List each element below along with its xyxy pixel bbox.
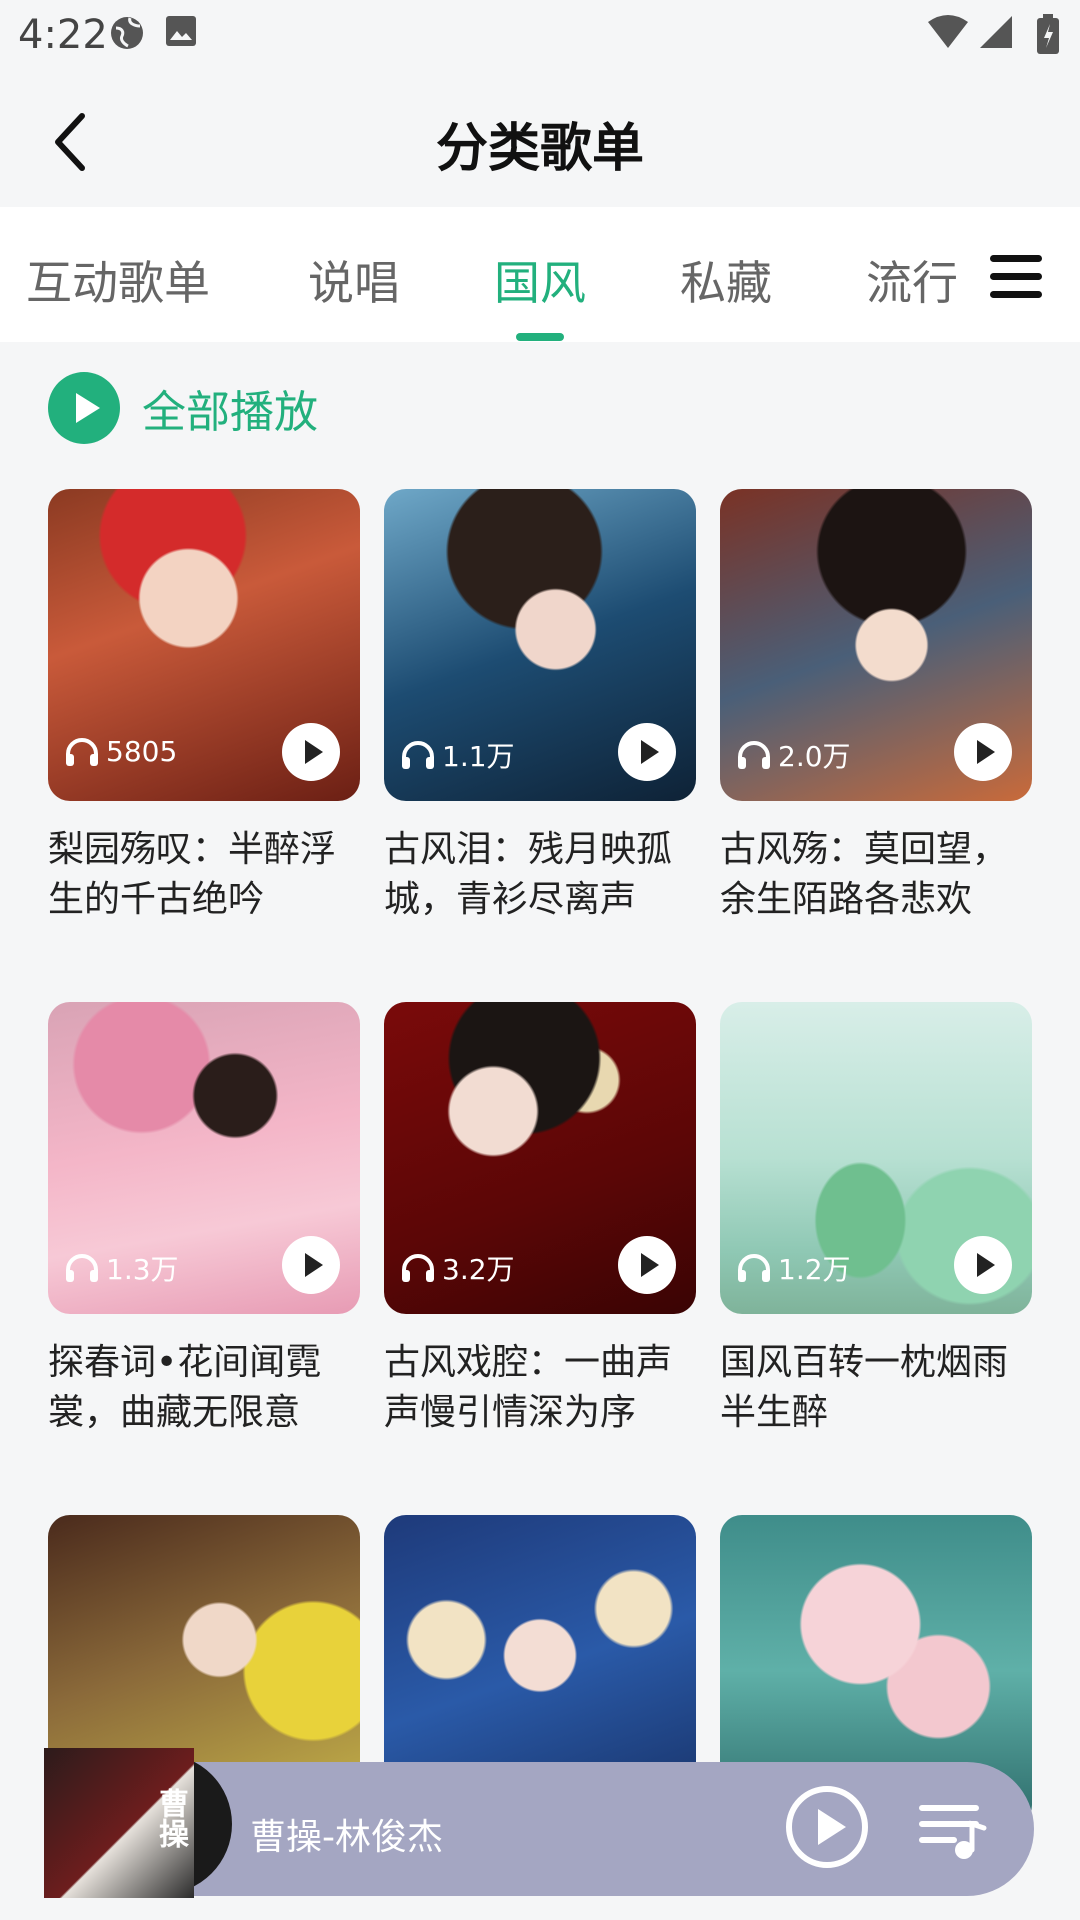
playlist-title[interactable]: 古风戏腔：一曲声声慢引情深为序 xyxy=(384,1338,704,1438)
play-count: 1.3万 xyxy=(64,1248,179,1288)
playlist-cover[interactable]: 3.2万 xyxy=(384,1002,696,1314)
album-cover: 曹操 xyxy=(44,1748,194,1898)
play-circle-icon xyxy=(48,372,120,444)
playlist-title[interactable]: 古风泪：残月映孤城，青衫尽离声 xyxy=(384,825,704,925)
active-tab-indicator xyxy=(516,333,564,341)
playlist-cover[interactable]: 2.0万 xyxy=(720,489,1032,801)
headphones-icon xyxy=(402,741,434,769)
play-circle-icon[interactable] xyxy=(786,1786,868,1868)
play-count: 2.0万 xyxy=(736,735,851,775)
play-count: 1.2万 xyxy=(736,1248,851,1288)
hamburger-menu-icon[interactable] xyxy=(990,255,1042,299)
battery-icon xyxy=(1037,14,1059,54)
category-tabs: 互动歌单 说唱 国风 私藏 流行 xyxy=(0,207,1080,342)
album-art[interactable]: 曹操 xyxy=(44,1748,232,1898)
playlist-card[interactable]: 1.1万 古风泪：残月映孤城，青衫尽离声 xyxy=(384,489,696,925)
play-all-button[interactable]: 全部播放 xyxy=(48,372,318,444)
status-time: 4:22 xyxy=(18,12,108,58)
playlist-cover[interactable]: 5805 xyxy=(48,489,360,801)
playlist-title[interactable]: 探春词•花间闻霓裳，曲藏无限意 xyxy=(48,1338,368,1438)
headphones-icon xyxy=(738,1254,770,1282)
image-icon xyxy=(166,16,196,46)
play-count: 3.2万 xyxy=(400,1248,515,1288)
status-bar: 4:22 xyxy=(0,0,1080,72)
playlist-card[interactable]: 5805 梨园殇叹：半醉浮生的千古绝吟 xyxy=(48,489,360,925)
wifi-icon xyxy=(928,15,968,48)
playlist-card[interactable]: 2.0万 古风殇：莫回望，余生陌路各悲欢 xyxy=(720,489,1032,925)
tab-private[interactable]: 私藏 xyxy=(680,247,772,313)
playlist-cover[interactable]: 1.2万 xyxy=(720,1002,1032,1314)
playlist-card[interactable]: 3.2万 古风戏腔：一曲声声慢引情深为序 xyxy=(384,1002,696,1438)
playlist-cover[interactable]: 1.1万 xyxy=(384,489,696,801)
playlist-title[interactable]: 梨园殇叹：半醉浮生的千古绝吟 xyxy=(48,825,368,925)
playlist-cover[interactable]: 1.3万 xyxy=(48,1002,360,1314)
play-count: 1.1万 xyxy=(400,735,515,775)
play-button[interactable] xyxy=(618,723,676,781)
signal-icon xyxy=(980,16,1012,48)
headphones-icon xyxy=(66,737,98,766)
playlist-title[interactable]: 国风百转一枕烟雨半生醉 xyxy=(720,1338,1040,1438)
play-button[interactable] xyxy=(618,1236,676,1294)
page-title: 分类歌单 xyxy=(435,119,644,179)
now-playing-title[interactable]: 曹操-林俊杰 xyxy=(250,1808,443,1860)
play-all-label: 全部播放 xyxy=(142,387,318,438)
globe-icon xyxy=(111,17,143,49)
tab-rap[interactable]: 说唱 xyxy=(308,247,400,313)
play-button[interactable] xyxy=(282,723,340,781)
headphones-icon xyxy=(402,1254,434,1282)
playlist-title[interactable]: 古风殇：莫回望，余生陌路各悲欢 xyxy=(720,825,1040,925)
playlist-card[interactable]: 1.3万 探春词•花间闻霓裳，曲藏无限意 xyxy=(48,1002,360,1438)
headphones-icon xyxy=(66,1254,98,1282)
play-count: 5805 xyxy=(64,735,177,768)
playlist-card[interactable]: 1.2万 国风百转一枕烟雨半生醉 xyxy=(720,1002,1032,1438)
play-button[interactable] xyxy=(954,723,1012,781)
app-header: 分类歌单 xyxy=(0,72,1080,207)
play-button[interactable] xyxy=(954,1236,1012,1294)
playlist-icon[interactable] xyxy=(918,1800,988,1862)
tab-guofeng[interactable]: 国风 xyxy=(494,247,586,313)
headphones-icon xyxy=(738,741,770,769)
play-button[interactable] xyxy=(282,1236,340,1294)
tab-interactive[interactable]: 互动歌单 xyxy=(26,247,210,313)
tab-pop[interactable]: 流行 xyxy=(866,247,958,313)
